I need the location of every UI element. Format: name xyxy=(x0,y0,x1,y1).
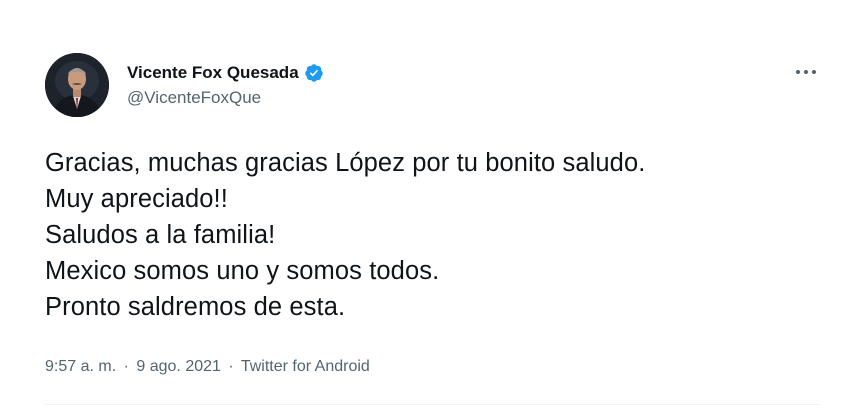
author-name-row[interactable]: Vicente Fox Quesada xyxy=(127,62,324,84)
author-handle[interactable]: @VicenteFoxQue xyxy=(127,88,261,108)
avatar[interactable] xyxy=(45,53,109,117)
meta-separator: · xyxy=(228,358,234,375)
tweet-metadata: 9:57 a. m. · 9 ago. 2021 · Twitter for A… xyxy=(45,358,370,376)
author-display-name[interactable]: Vicente Fox Quesada xyxy=(127,63,299,83)
tweet-text-line: Mexico somos uno y somos todos. xyxy=(45,257,440,285)
meta-separator: · xyxy=(123,358,129,375)
tweet-text-line: Pronto saldremos de esta. xyxy=(45,293,346,321)
tweet-text-line: Saludos a la familia! xyxy=(45,221,276,249)
verified-badge-icon xyxy=(304,63,324,83)
divider xyxy=(45,404,820,405)
tweet-text: Gracias, muchas gracias López por tu bon… xyxy=(45,145,835,325)
tweet-date[interactable]: 9 ago. 2021 xyxy=(136,358,221,375)
tweet-source-link[interactable]: Twitter for Android xyxy=(241,358,370,375)
tweet-text-line: Muy apreciado!! xyxy=(45,185,228,213)
avatar-image xyxy=(45,53,109,117)
tweet-time[interactable]: 9:57 a. m. xyxy=(45,358,116,375)
more-options-icon xyxy=(796,70,816,74)
tweet-card: Vicente Fox Quesada @VicenteFoxQue Graci… xyxy=(0,0,858,416)
more-options-button[interactable] xyxy=(793,62,819,82)
tweet-text-line: Gracias, muchas gracias López por tu bon… xyxy=(45,149,646,177)
